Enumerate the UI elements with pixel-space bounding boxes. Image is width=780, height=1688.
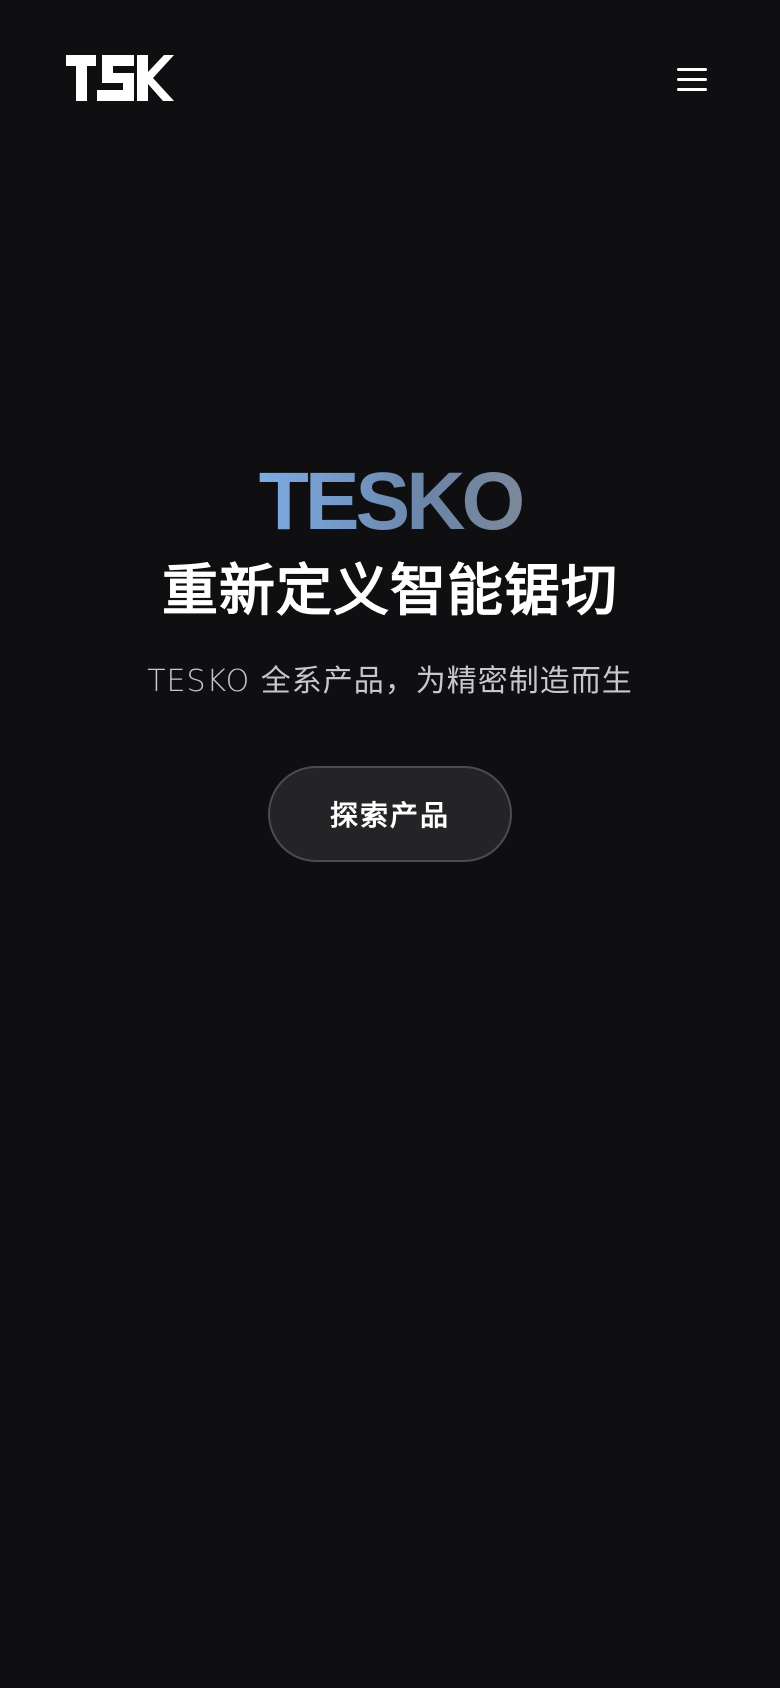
hamburger-menu-icon: [677, 68, 707, 71]
top-bar: [0, 0, 780, 160]
menu-button[interactable]: [668, 62, 716, 98]
hero-section: TESKO 重新定义智能锯切 TESKO 全系产品，为精密制造而生 探索产品: [0, 452, 780, 862]
tsk-logo[interactable]: [66, 55, 174, 105]
explore-products-button[interactable]: 探索产品: [268, 766, 512, 862]
menu-icon-bar: [677, 88, 707, 91]
brand-title: TESKO: [0, 452, 780, 552]
menu-icon-bar: [677, 78, 707, 81]
hero-tagline: TESKO 全系产品，为精密制造而生: [147, 664, 633, 699]
hero-headline: 重新定义智能锯切: [162, 559, 618, 624]
